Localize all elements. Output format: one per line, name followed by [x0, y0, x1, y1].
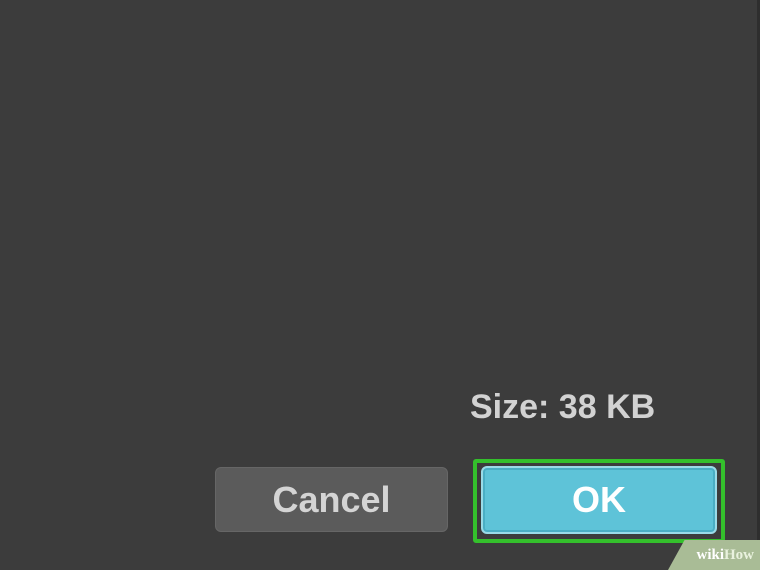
watermark-prefix: wiki	[696, 546, 724, 563]
wikihow-watermark: wikiHow	[668, 540, 760, 570]
cancel-button[interactable]: Cancel	[215, 467, 448, 532]
save-for-web-dialog: Size: 38 KB Cancel OK wikiHow	[0, 0, 760, 570]
file-size-label: Size: 38 KB	[470, 388, 656, 426]
watermark-suffix: How	[724, 546, 754, 563]
watermark-text: wikiHow	[696, 547, 754, 564]
ok-button[interactable]: OK	[481, 466, 717, 534]
